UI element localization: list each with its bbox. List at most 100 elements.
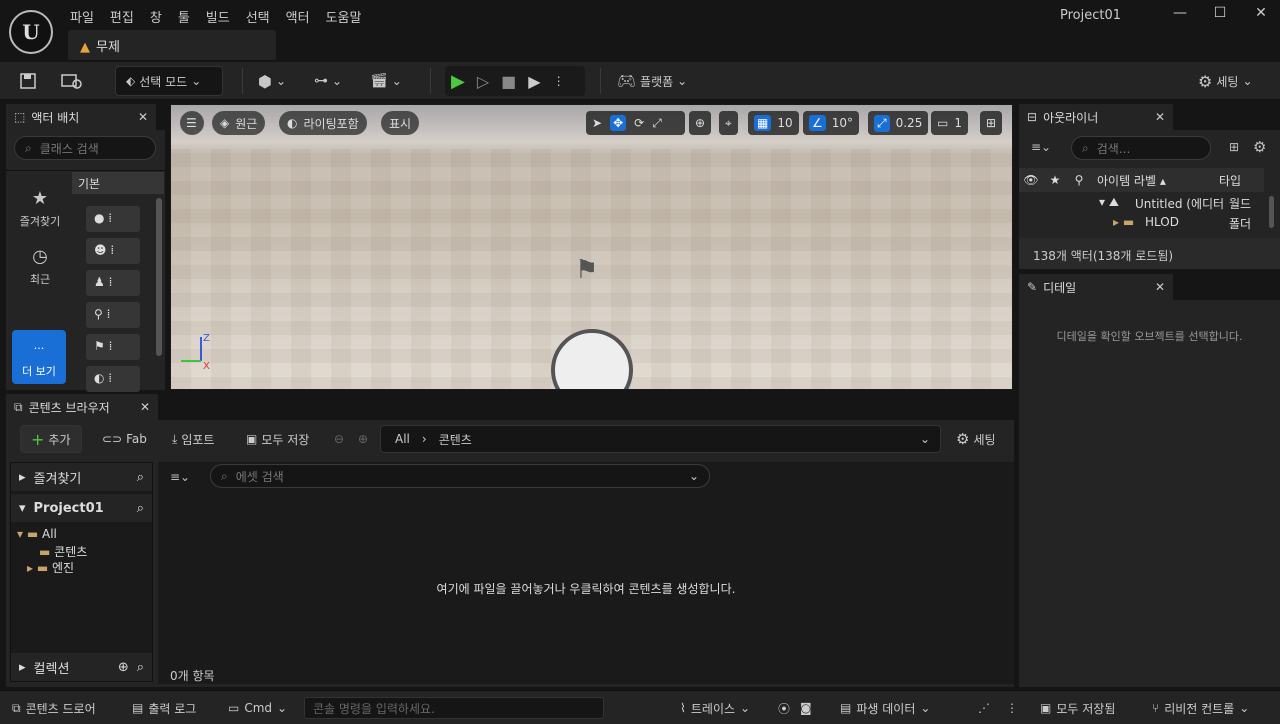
rotate-icon[interactable]: ⟳ [634,116,644,130]
scale-snap-toggle[interactable]: ⤢ 0.25 [868,111,929,135]
menu-window[interactable]: 창 [142,5,170,28]
lit-mode-button[interactable]: ◐ 라이팅포함 [279,111,367,135]
actor-pawn[interactable]: ♟ ⁞ [86,270,140,296]
close-icon[interactable]: ✕ [1250,5,1272,25]
search-icon[interactable]: ⌕ [137,501,144,516]
save-status-button[interactable]: ▣ 모두 저장됨 [1040,697,1115,719]
close-icon[interactable]: ✕ [138,110,148,124]
history-back-icon[interactable]: ⊖ [334,425,344,453]
path-content[interactable]: 콘텐츠 [439,431,472,448]
browse-icon[interactable] [60,66,86,96]
unreal-logo[interactable]: U [9,10,53,54]
favorites-section[interactable]: ▸ 즐겨찾기 ⌕ [11,463,152,491]
actor-sphere[interactable]: ● ⁞ [86,206,140,232]
tree-all[interactable]: ▾ ▬ All [17,527,57,541]
add-actor-button[interactable]: ⬢ ⌄ [258,66,286,96]
content-browser-tab[interactable]: ⧉ 콘텐츠 브라우저 ✕ [6,394,158,420]
more-options-icon[interactable]: ⋮ [553,74,565,88]
outliner-row-world[interactable]: ▾ ⛰ Untitled (에디터 월드 [1099,195,1264,212]
tree-content[interactable]: ▬ 콘텐츠 [39,543,87,560]
cinematics-button[interactable]: 🎬︎ ⌄ [370,66,402,96]
step-icon[interactable]: ▷ [477,72,489,91]
visibility-icon[interactable]: 👁︎ [1019,173,1043,187]
actor-playerstart[interactable]: ⚑ ⁞ [86,334,140,360]
revision-control-button[interactable]: ⑂ 리비전 컨트롤 ⌄ [1152,697,1249,719]
pin-icon[interactable]: ⚲ [1067,173,1091,187]
player-start-icon[interactable]: ⚑ [575,255,598,285]
actor-volume[interactable]: ◐ ⁞ [86,366,140,392]
trace-button[interactable]: ⌇ 트레이스 ⌄ [680,697,750,719]
menu-tools[interactable]: 툴 [170,5,198,28]
outliner-tab[interactable]: ⊟ 아웃라이너 ✕ [1019,104,1173,130]
settings-button[interactable]: ⚙ 세팅 ⌄ [1198,66,1253,96]
asset-view[interactable]: ≡⌄ ⌕ 에셋 검색 ⌄ 여기에 파일을 끌어놓거나 우클릭하여 콘텐츠를 생성… [158,462,1014,684]
class-search-input[interactable]: ⌕ 클래스 검색 [14,136,156,160]
record-icon[interactable]: ⦿ [778,697,790,719]
menu-select[interactable]: 선택 [238,5,278,28]
outliner-row-hlod[interactable]: ▸ ▬ HLOD 폴더 [1113,215,1264,232]
move-icon[interactable]: ✥ [610,115,627,131]
scale-icon[interactable]: ⤢ [652,116,662,131]
chevron-down-icon[interactable]: ⌄ [689,469,699,483]
chevron-down-icon[interactable]: ⌄ [920,432,930,446]
collections-section[interactable]: ▸ 컬렉션 ⊕ ⌕ [11,653,152,681]
star-icon[interactable]: ★ [1043,173,1067,187]
perspective-button[interactable]: ◈ 원근 [212,111,266,135]
level-viewport[interactable]: ☰ ◈ 원근 ◐ 라이팅포함 표시 ➤ ✥ ⟳ ⤢ ⊕ ⌖ ▦ 10 ∠ 10° ⤢ 0.… [170,104,1013,390]
category-recent[interactable]: ◷ 최근 [12,246,68,287]
tree-engine[interactable]: ▸ ▬ 엔진 [27,559,74,576]
cb-settings-button[interactable]: ⚙ 세팅 [956,425,996,453]
import-button[interactable]: ⤓ 임포트 [172,425,214,453]
outliner-search-input[interactable]: ⌕ 검색... [1071,136,1211,160]
blueprint-button[interactable]: ⊶ ⌄ [314,66,342,96]
path-all[interactable]: All [391,432,410,446]
scrollbar[interactable] [156,198,162,356]
maximize-icon[interactable]: ☐ [1209,5,1231,25]
category-favorites[interactable]: ★ 즐겨찾기 [12,188,68,229]
details-tab[interactable]: ✎ 디테일 ✕ [1019,274,1173,300]
camera-icon[interactable]: ◙ [800,697,812,719]
history-forward-icon[interactable]: ⊕ [358,425,368,453]
select-arrow-icon[interactable]: ➤ [592,116,602,130]
col-type[interactable]: 타입 [1213,172,1241,189]
menu-actor[interactable]: 액터 [278,5,318,28]
more-options-icon[interactable]: ⋮ [1006,697,1018,719]
select-mode-dropdown[interactable]: ⬖ 선택 모드 ⌄ [115,66,223,96]
place-actors-tab[interactable]: ⬚ 액터 배치 ✕ [6,104,156,130]
filter-icon[interactable]: ≡⌄ [1031,140,1051,154]
minimize-icon[interactable]: — [1169,5,1191,25]
actor-light[interactable]: ⚲ ⁞ [86,302,140,328]
world-local-icon[interactable]: ⊕ [689,111,712,135]
surface-snap-icon[interactable]: ⌖ [719,111,738,135]
grid-snap-toggle[interactable]: ▦ 10 [748,111,799,135]
camera-speed-button[interactable]: ▭ 1 [931,111,968,135]
project-section[interactable]: ▾ Project01 ⌕ [11,494,152,522]
launch-icon[interactable]: ▶ [528,72,540,91]
stop-icon[interactable]: ■ [501,72,516,91]
new-folder-icon[interactable]: ⊞ [1229,140,1239,154]
save-all-button[interactable]: ▣ 모두 저장 [246,425,309,453]
actor-character[interactable]: ☻ ⁞ [86,238,140,264]
col-item-label[interactable]: 아이템 라벨 ▴ [1091,172,1213,189]
search-icon[interactable]: ⌕ [137,470,144,485]
menu-edit[interactable]: 편집 [102,5,142,28]
add-button[interactable]: + 추가 [20,425,82,453]
scrollbar[interactable] [1269,196,1274,228]
rotation-snap-toggle[interactable]: ∠ 10° [803,111,860,135]
activity-icon[interactable]: ⋰ [978,697,990,719]
filter-icon[interactable]: ≡⌄ [170,470,190,484]
console-input[interactable]: 콘솔 명령을 입력하세요. [304,697,604,719]
viewport-menu-icon[interactable]: ☰ [180,111,204,135]
play-icon[interactable]: ▶ [451,71,465,92]
fab-button[interactable]: ⊂⊃ Fab [102,425,147,453]
close-icon[interactable]: ✕ [1155,110,1165,124]
platform-button[interactable]: 🎮︎ 플랫폼 ⌄ [617,66,687,96]
add-collection-icon[interactable]: ⊕ [118,660,129,675]
save-icon[interactable] [18,66,38,96]
close-icon[interactable]: ✕ [1155,280,1165,294]
content-drawer-button[interactable]: ⧉ 콘텐츠 드로어 [12,697,96,719]
gear-icon[interactable]: ⚙ [1253,138,1266,156]
search-icon[interactable]: ⌕ [137,660,144,675]
derived-data-button[interactable]: ▤ 파생 데이터 ⌄ [840,697,930,719]
layout-icon[interactable]: ⊞ [980,111,1003,135]
